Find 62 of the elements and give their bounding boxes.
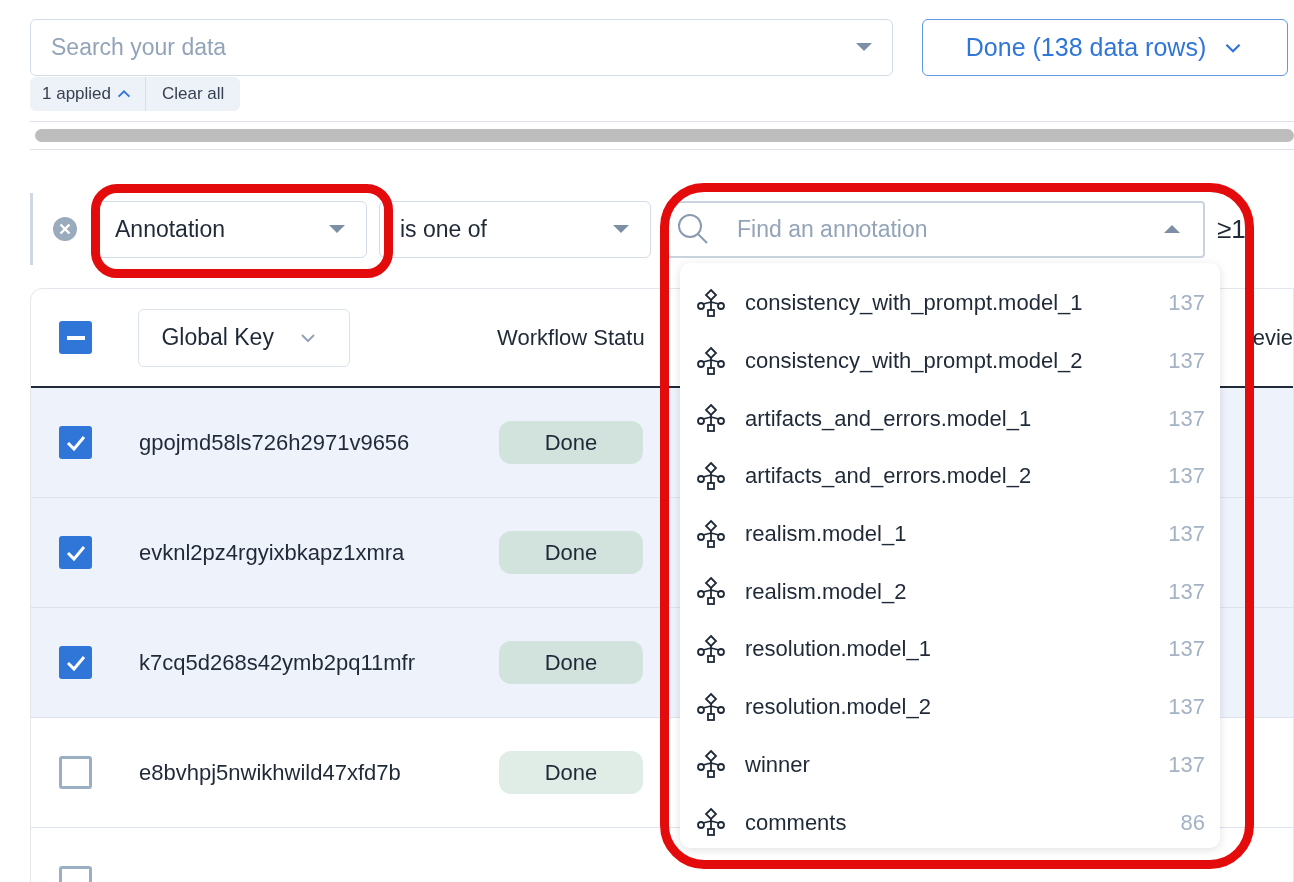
caret-icon [855,42,873,52]
caret-icon [328,224,346,234]
tree-icon [695,575,727,608]
annotation-menu-item[interactable]: realism.model_1 137 [680,504,1220,563]
status-badge: Done [499,421,643,464]
checkbox[interactable] [59,321,92,354]
checkbox[interactable] [59,756,92,789]
status-badge: Done [499,751,643,794]
status-badge: Done [499,531,643,574]
annotation-count: 137 [1168,750,1205,779]
annotation-menu-item[interactable]: artifacts_and_errors.model_1 137 [680,389,1220,448]
caret-icon [612,224,630,234]
tree-icon [695,344,727,377]
annotation-menu-item[interactable]: winner 137 [680,735,1220,794]
tree-icon [695,748,727,781]
table-cell-text: e8bvhpj5nwikhwild47xfd7b [139,759,402,787]
annotation-menu-item[interactable]: consistency_with_prompt.model_2 137 [680,331,1220,390]
column-header-dropdown[interactable]: Global Key [138,308,351,367]
view-dropdown-button[interactable]: Done (138 data rows) [922,19,1288,76]
annotation-count: 137 [1168,462,1205,491]
filter-value-text: ≥1 [1217,212,1246,246]
clear-all-chip[interactable]: Clear all [146,77,241,111]
tree-icon [695,690,727,723]
annotation-count: 137 [1168,289,1205,318]
table-cell-text: evknl2pz4rgyixbkapz1xmra [139,539,406,567]
scrollbar[interactable] [35,129,1294,142]
annotation-name: consistency_with_prompt.model_2 [745,347,1084,376]
annotation-menu-item[interactable]: consistency_with_prompt.model_1 137 [680,274,1220,332]
tree-icon [695,632,727,665]
column-header: evie [1252,324,1293,352]
annotation-count: 137 [1168,577,1205,606]
table-cell-text: k7cq5d268s42ymb2pq11mfr [139,649,416,677]
annotation-name: consistency_with_prompt.model_1 [745,289,1084,318]
remove-filter-icon[interactable] [52,216,78,242]
tree-icon [695,459,727,492]
annotation-search-field[interactable]: Find an annotation [667,200,1205,258]
annotation-name: winner [745,750,811,779]
checkbox[interactable] [59,646,92,679]
column-header: Workflow Statu [497,324,645,352]
tree-icon [695,286,727,319]
annotation-name: artifacts_and_errors.model_2 [745,462,1033,491]
table-cell-text: gpojmd58ls726h2971v9656 [139,429,411,457]
tree-icon [695,806,727,839]
checkbox[interactable] [59,426,92,459]
annotation-count: 137 [1168,635,1205,664]
annotation-name: artifacts_and_errors.model_1 [745,404,1033,433]
search-field[interactable]: Search your data [30,19,893,76]
annotation-count: 137 [1168,520,1205,549]
annotation-name: realism.model_2 [745,577,908,606]
status-badge: Done [499,641,643,684]
tree-icon [695,517,727,550]
annotation-name: realism.model_1 [745,520,908,549]
search-icon [676,211,710,246]
applied-filters-chip[interactable]: 1 applied [30,77,146,111]
tree-icon [695,402,727,435]
operator-select[interactable]: is one of [379,200,651,258]
annotation-count: 137 [1168,404,1205,433]
caret-icon [1163,223,1181,234]
annotation-menu-item[interactable]: resolution.model_1 137 [680,620,1220,678]
annotation-name: resolution.model_1 [745,635,932,664]
annotation-count: 137 [1168,347,1205,376]
checkbox[interactable] [59,536,92,569]
